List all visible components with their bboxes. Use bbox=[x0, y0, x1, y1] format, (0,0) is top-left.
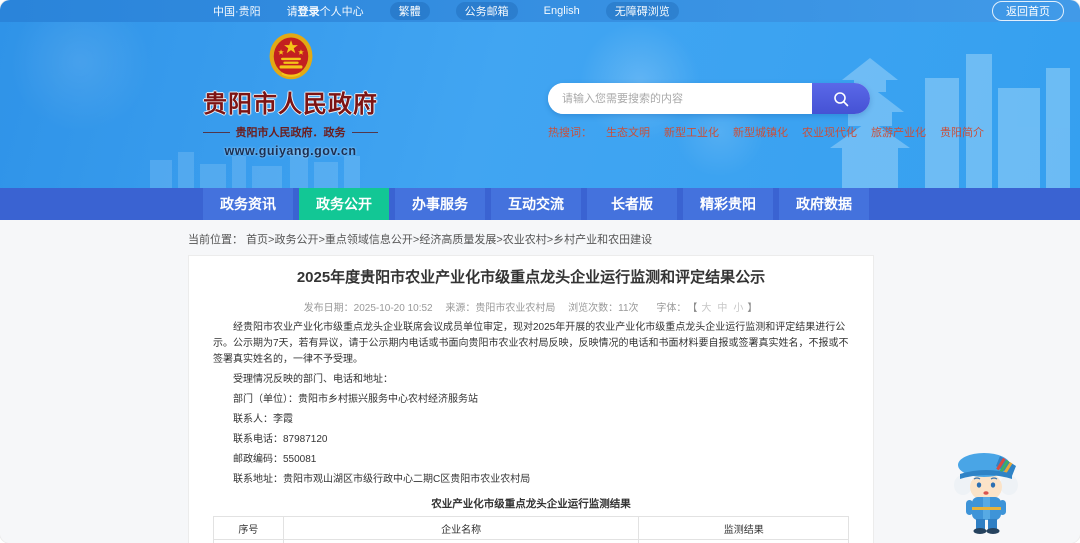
search-bar bbox=[548, 83, 870, 114]
bracket-close: 】 bbox=[747, 303, 758, 314]
table-row: 1 贵州合力超市采购有限公司 合格 bbox=[213, 539, 849, 543]
publish-date: 发布日期：2025-10-20 10:52 bbox=[303, 303, 433, 314]
view-count: 浏览次数：11次 bbox=[568, 303, 639, 314]
hot-search-words: 热搜词： 生态文明 新型工业化 新型城镇化 农业现代化 旅游产业化 贵阳简介 bbox=[548, 124, 984, 140]
font-size-small[interactable]: 小 bbox=[733, 303, 743, 314]
english-link[interactable]: English bbox=[544, 5, 580, 17]
nav-item-hudong-jiaoliu[interactable]: 互动交流 bbox=[491, 188, 581, 220]
login-link[interactable]: 请登录个人中心 bbox=[287, 3, 364, 19]
back-home-button[interactable]: 返回首页 bbox=[992, 1, 1064, 21]
font-size-large[interactable]: 大 bbox=[701, 303, 711, 314]
article-paragraph: 联系人：李霞 bbox=[233, 414, 293, 425]
site-subtitle: 贵阳市人民政府．政务 bbox=[235, 127, 346, 139]
accessibility-link[interactable]: 无障碍浏览 bbox=[605, 2, 679, 20]
breadcrumb-path[interactable]: 首页>政务公开>重点领域信息公开>经济高质量发展>农业农村>乡村产业和农田建设 bbox=[246, 234, 652, 246]
hot-word-link[interactable]: 新型工业化 bbox=[664, 124, 719, 140]
subtitle-rule-left bbox=[203, 131, 230, 133]
hot-words-label: 热搜词： bbox=[548, 127, 592, 139]
login-suffix: 个人中心 bbox=[319, 6, 364, 18]
login-prefix: 请 bbox=[286, 6, 298, 18]
monitoring-results-table: 序号 企业名称 监测结果 1 贵州合力超市采购有限公司 合格 2 贵州友禾种业有… bbox=[213, 516, 849, 543]
nav-item-banshi-fuwu[interactable]: 办事服务 bbox=[395, 188, 485, 220]
official-mailbox-link[interactable]: 公务邮箱 bbox=[455, 2, 518, 20]
col-header-name: 企业名称 bbox=[282, 516, 640, 540]
article-paragraph: 邮政编码：550081 bbox=[233, 454, 317, 465]
table-title: 农业产业化市级重点龙头企业运行监测结果 bbox=[431, 498, 631, 510]
font-size-selector: 字体： 【大中小】 bbox=[651, 303, 758, 314]
nav-item-zhengwu-zixun[interactable]: 政务资讯 bbox=[203, 188, 293, 220]
article-body: 经贵阳市农业产业化市级重点龙头企业联席会议成员单位审定，现对2025年开展的农业… bbox=[213, 320, 849, 488]
site-title: 贵阳市人民政府 bbox=[203, 92, 378, 118]
search-icon bbox=[834, 91, 849, 106]
hot-word-link[interactable]: 新型城镇化 bbox=[733, 124, 788, 140]
article-paragraph: 部门（单位）：贵阳市乡村振兴服务中心农村经济服务站 bbox=[233, 394, 478, 405]
cell-company: 贵州合力超市采购有限公司 bbox=[282, 539, 640, 543]
search-input[interactable] bbox=[548, 83, 812, 114]
nav-item-zhangzheban[interactable]: 长者版 bbox=[587, 188, 677, 220]
table-header-row: 序号 企业名称 监测结果 bbox=[213, 516, 849, 540]
nav-item-jingcai-guiyang[interactable]: 精彩贵阳 bbox=[683, 188, 773, 220]
content-area: 当前位置： 首页>政务公开>重点领域信息公开>经济高质量发展>农业农村>乡村产业… bbox=[0, 220, 1080, 543]
login-bold: 登录 bbox=[297, 6, 320, 18]
site-logo: 贵阳市人民政府 贵阳市人民政府．政务 www.guiyang.gov.cn bbox=[203, 32, 378, 158]
search-button[interactable] bbox=[812, 83, 870, 114]
region-link[interactable]: 中国·贵阳 bbox=[213, 3, 261, 19]
site-subtitle-row: 贵阳市人民政府．政务 bbox=[203, 124, 378, 140]
hot-word-link[interactable]: 生态文明 bbox=[606, 124, 650, 140]
font-size-label: 字体： bbox=[656, 303, 687, 314]
article-title: 2025年度贵阳市农业产业化市级重点龙头企业运行监测和评定结果公示 bbox=[296, 269, 766, 286]
article-paragraph: 联系电话：87987120 bbox=[233, 434, 328, 445]
hot-word-link[interactable]: 贵阳简介 bbox=[940, 124, 984, 140]
browser-page: 中国·贵阳 请登录个人中心 繁體 公务邮箱 English 无障碍浏览 返回首页 bbox=[0, 0, 1080, 543]
topbar-links: 中国·贵阳 请登录个人中心 繁體 公务邮箱 English 无障碍浏览 bbox=[213, 2, 679, 20]
main-navbar: 政务资讯 政务公开 办事服务 互动交流 长者版 精彩贵阳 政府数据 bbox=[0, 188, 1080, 220]
article-meta: 发布日期：2025-10-20 10:52 来源：贵阳市农业农村局 浏览次数：1… bbox=[213, 299, 849, 314]
breadcrumb: 当前位置： 首页>政务公开>重点领域信息公开>经济高质量发展>农业农村>乡村产业… bbox=[0, 220, 1080, 255]
mascot-assistant-icon[interactable] bbox=[950, 448, 1022, 536]
subtitle-rule-right bbox=[351, 131, 378, 133]
article-paragraph: 受理情况反映的部门、电话和地址： bbox=[233, 374, 393, 385]
hot-word-link[interactable]: 旅游产业化 bbox=[871, 124, 926, 140]
article-panel: 2025年度贵阳市农业产业化市级重点龙头企业运行监测和评定结果公示 发布日期：2… bbox=[188, 255, 874, 543]
cell-no: 1 bbox=[213, 539, 284, 543]
breadcrumb-label: 当前位置： bbox=[188, 234, 243, 246]
article-source: 来源：贵阳市农业农村局 bbox=[445, 303, 556, 314]
national-emblem-icon bbox=[269, 33, 312, 80]
cell-result: 合格 bbox=[638, 539, 849, 543]
hot-word-link[interactable]: 农业现代化 bbox=[802, 124, 857, 140]
traditional-chinese-link[interactable]: 繁體 bbox=[389, 2, 430, 20]
article-paragraph: 经贵阳市农业产业化市级重点龙头企业联席会议成员单位审定，现对2025年开展的农业… bbox=[213, 322, 849, 365]
nav-item-zhengfu-shuju[interactable]: 政府数据 bbox=[779, 188, 869, 220]
site-banner: 贵阳市人民政府 贵阳市人民政府．政务 www.guiyang.gov.cn 请输… bbox=[0, 22, 1080, 188]
nav-items: 政务资讯 政务公开 办事服务 互动交流 长者版 精彩贵阳 政府数据 bbox=[203, 188, 1080, 220]
col-header-result: 监测结果 bbox=[638, 516, 849, 540]
top-utility-bar: 中国·贵阳 请登录个人中心 繁體 公务邮箱 English 无障碍浏览 返回首页 bbox=[0, 0, 1080, 22]
article-paragraph: 联系地址：贵阳市观山湖区市级行政中心二期C区贵阳市农业农村局 bbox=[233, 474, 531, 485]
font-size-medium[interactable]: 中 bbox=[717, 303, 727, 314]
col-header-no: 序号 bbox=[213, 516, 284, 540]
nav-item-zhengwu-gongkai-active[interactable]: 政务公开 bbox=[299, 188, 389, 220]
bracket-open: 【 bbox=[692, 303, 698, 314]
site-url: www.guiyang.gov.cn bbox=[224, 144, 357, 158]
search-area: 热搜词： 生态文明 新型工业化 新型城镇化 农业现代化 旅游产业化 贵阳简介 bbox=[548, 83, 984, 140]
